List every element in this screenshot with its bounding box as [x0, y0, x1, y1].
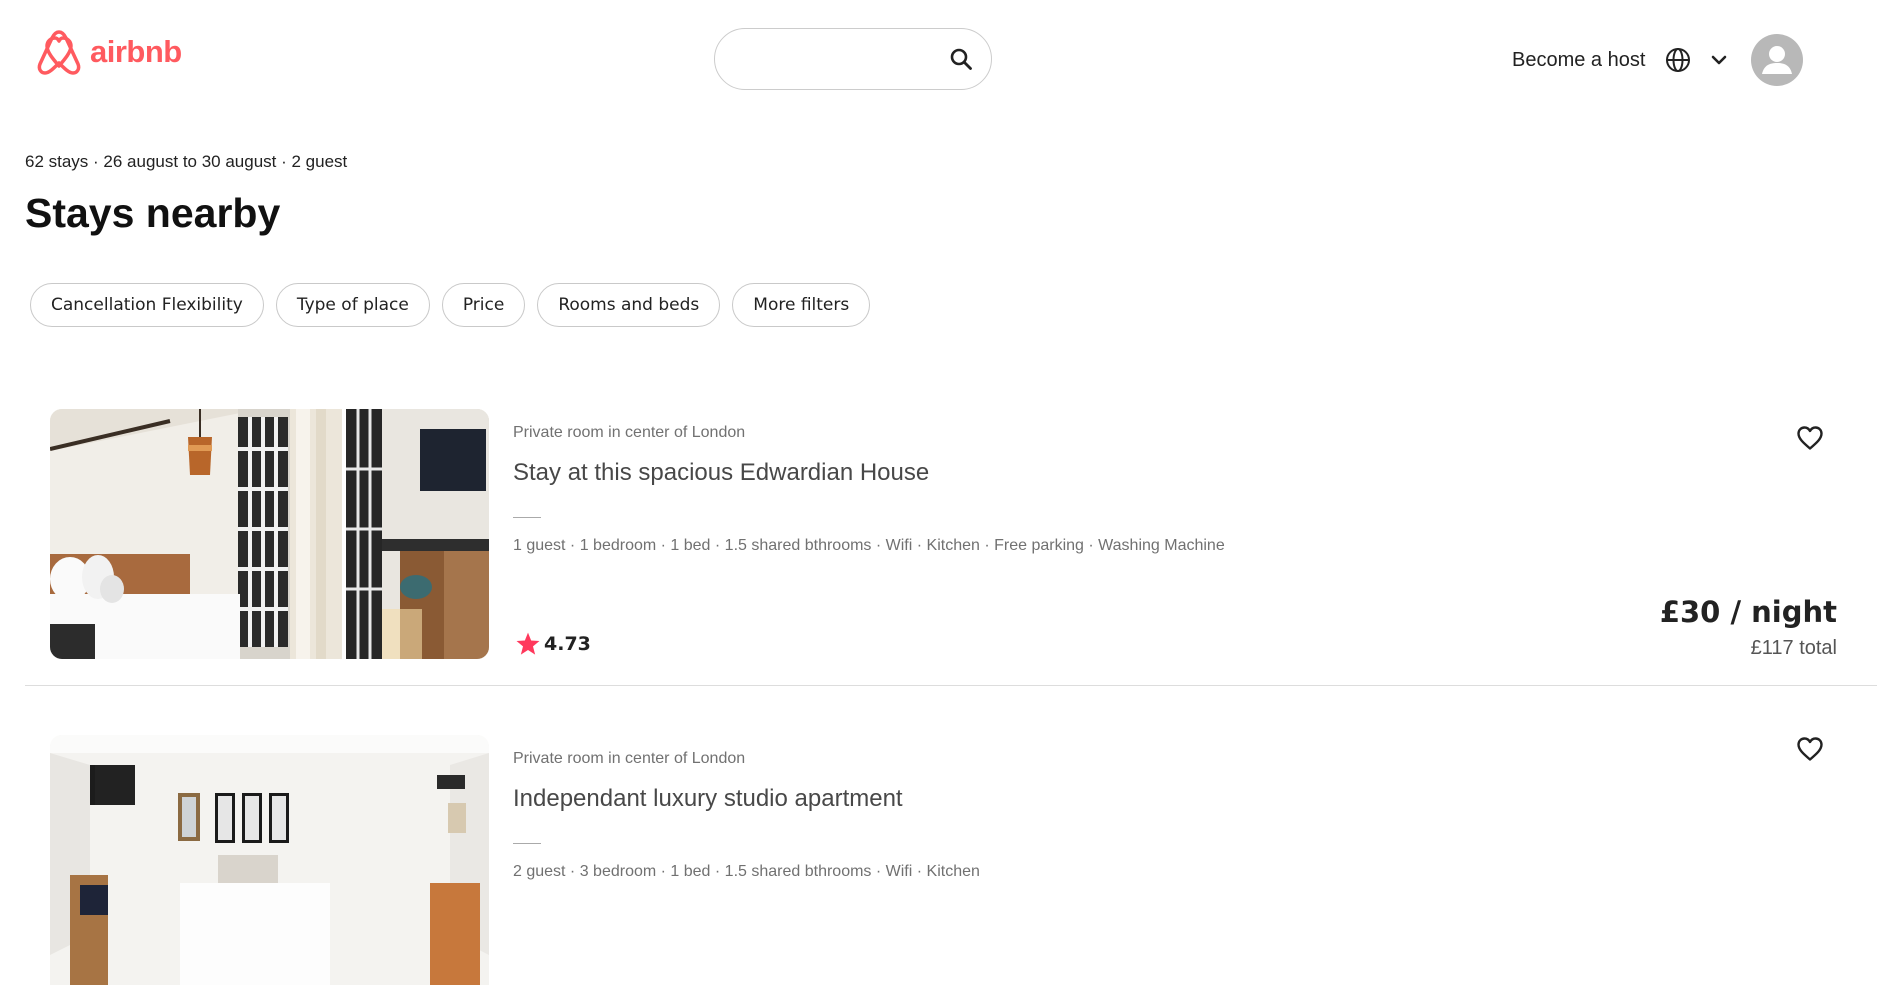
page-title: Stays nearby — [25, 190, 281, 236]
filter-more-filters[interactable]: More filters — [732, 283, 871, 327]
listing-card[interactable]: Private room in center of London Stay at… — [25, 409, 1877, 686]
listing-amenities: 1 guest · 1 bedroom · 1 bed · 1.5 shared… — [513, 537, 1225, 554]
listing-subtype: Private room in center of London — [513, 424, 746, 441]
filter-type-of-place[interactable]: Type of place — [275, 283, 430, 327]
search-bar[interactable] — [714, 28, 992, 90]
language-button[interactable] — [1663, 45, 1693, 75]
become-host-link[interactable]: Become a host — [1512, 49, 1645, 72]
user-avatar-icon — [1762, 46, 1793, 74]
bedroom-photo-image — [50, 409, 489, 659]
top-nav: airbnb Become a host — [0, 0, 1885, 120]
studio-apartment-photo-image — [50, 735, 489, 985]
filter-rooms-and-beds[interactable]: Rooms and beds — [537, 283, 721, 327]
search-icon — [950, 48, 972, 70]
chevron-down-icon — [1712, 55, 1727, 65]
airbnb-logo-icon — [37, 30, 81, 75]
heart-icon — [1797, 426, 1823, 450]
filter-bar: Cancellation Flexibility Type of place P… — [30, 283, 882, 327]
listing-rating: 4.73 — [515, 631, 591, 657]
results-summary: 62 stays · 26 august to 30 august · 2 gu… — [25, 152, 348, 171]
logo-wordmark: airbnb — [90, 34, 182, 69]
heart-icon — [1797, 737, 1823, 761]
star-icon — [516, 632, 540, 655]
user-avatar[interactable] — [1751, 34, 1804, 86]
listing-amenities: 2 guest · 3 bedroom · 1 bed · 1.5 shared… — [513, 863, 980, 880]
listing-card[interactable]: Private room in center of London Indepen… — [25, 734, 1877, 985]
search-button[interactable] — [945, 43, 977, 75]
menu-dropdown-button[interactable] — [1707, 48, 1731, 72]
listing-title[interactable]: Independant luxury studio apartment — [513, 785, 903, 813]
listing-divider — [513, 517, 541, 518]
listing-photo[interactable] — [50, 735, 489, 985]
price-total: £117 total — [1750, 637, 1837, 659]
listing-divider — [513, 843, 541, 844]
airbnb-logo[interactable]: airbnb — [36, 28, 182, 76]
listing-subtype: Private room in center of London — [513, 750, 746, 767]
filter-price[interactable]: Price — [441, 283, 526, 327]
price-per-night: £30 / night — [1659, 595, 1837, 629]
filter-cancellation-flexibility[interactable]: Cancellation Flexibility — [30, 283, 264, 327]
listing-title[interactable]: Stay at this spacious Edwardian House — [513, 459, 929, 487]
save-favorite-button[interactable] — [1795, 734, 1825, 764]
save-favorite-button[interactable] — [1795, 423, 1825, 453]
listing-photo[interactable] — [50, 409, 489, 659]
globe-icon — [1666, 48, 1691, 72]
rating-value: 4.73 — [544, 633, 591, 655]
user-nav: Become a host — [1512, 30, 1804, 90]
